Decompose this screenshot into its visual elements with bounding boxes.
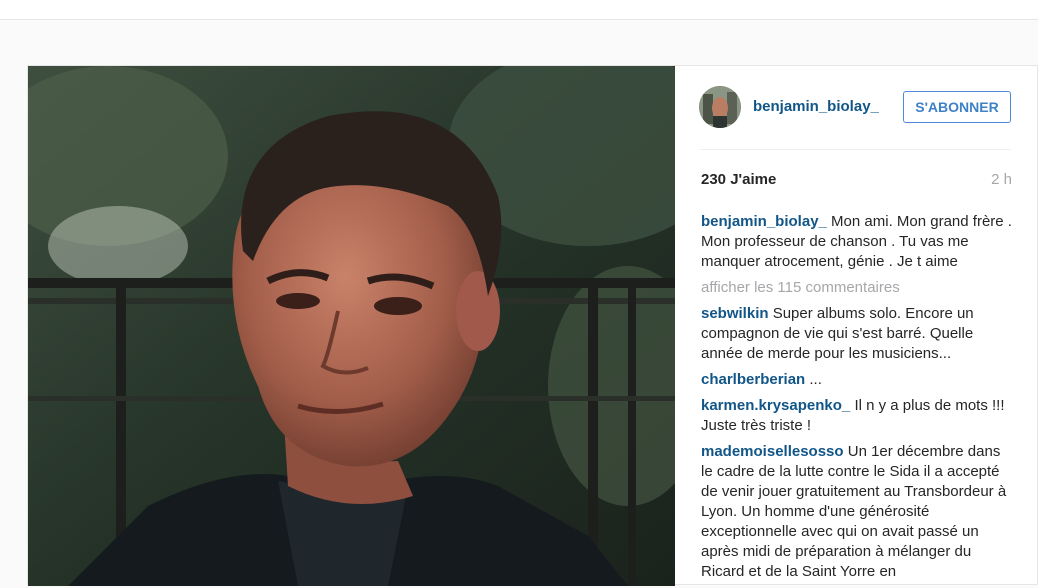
post-card: benjamin_biolay_ S'ABONNER 230 J'aime 2 … bbox=[27, 65, 1038, 586]
likes-count[interactable]: 230 J'aime bbox=[701, 171, 776, 188]
comment-item: karmen.krysapenko_ Il n y a plus de mots… bbox=[701, 396, 1016, 436]
post-timestamp[interactable]: 2 h bbox=[991, 171, 1012, 188]
comment-author[interactable]: sebwilkin bbox=[701, 305, 769, 322]
comment-text: Un 1er décembre dans le cadre de la lutt… bbox=[701, 443, 1007, 580]
comments-list: benjamin_biolay_ Mon ami. Mon grand frèr… bbox=[701, 212, 1016, 588]
post-author-username[interactable]: benjamin_biolay_ bbox=[753, 98, 885, 115]
top-navigation-bar bbox=[0, 0, 1038, 20]
comment-text: ... bbox=[809, 371, 822, 388]
comment-author[interactable]: benjamin_biolay_ bbox=[701, 213, 827, 230]
post-photo[interactable] bbox=[28, 66, 675, 586]
avatar-image bbox=[699, 86, 741, 128]
comment-item: sebwilkin Super albums solo. Encore un c… bbox=[701, 304, 1016, 364]
show-more-comments-link[interactable]: afficher les 115 commentaires bbox=[701, 278, 1016, 298]
post-sidebar: benjamin_biolay_ S'ABONNER 230 J'aime 2 … bbox=[675, 66, 1038, 586]
portrait-image bbox=[28, 66, 675, 586]
likes-row: 230 J'aime 2 h bbox=[701, 171, 1012, 191]
comment-author[interactable]: mademoisellesosso bbox=[701, 443, 844, 460]
caption: benjamin_biolay_ Mon ami. Mon grand frèr… bbox=[701, 212, 1016, 272]
comment-author[interactable]: charlberberian bbox=[701, 371, 805, 388]
comment-item: mademoisellesosso Un 1er décembre dans l… bbox=[701, 442, 1016, 582]
header-divider bbox=[700, 149, 1011, 150]
post-header: benjamin_biolay_ S'ABONNER bbox=[675, 66, 1038, 150]
follow-button[interactable]: S'ABONNER bbox=[903, 91, 1011, 123]
avatar[interactable] bbox=[699, 86, 741, 128]
comment-author[interactable]: karmen.krysapenko_ bbox=[701, 397, 850, 414]
comment-item: charlberberian ... bbox=[701, 370, 1016, 390]
